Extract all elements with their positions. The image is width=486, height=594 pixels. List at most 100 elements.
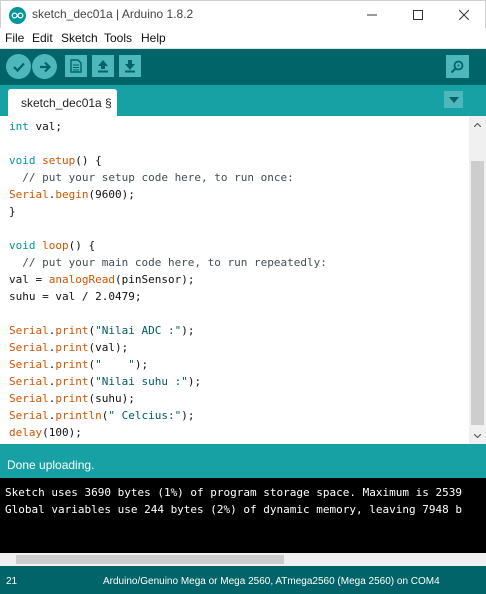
- code-line[interactable]: [9, 135, 327, 152]
- code-token: setup: [42, 154, 76, 167]
- chevron-down-icon: [474, 433, 481, 438]
- console-line: Sketch uses 3690 bytes (1%) of program s…: [5, 486, 462, 499]
- code-token: Serial: [9, 358, 49, 371]
- code-line[interactable]: Serial.print(suhu);: [9, 390, 327, 407]
- verify-icon: [12, 62, 25, 72]
- code-token: val =: [9, 273, 49, 286]
- code-token: (9600);: [88, 188, 135, 201]
- save-button[interactable]: [119, 55, 141, 77]
- window-title: sketch_dec01a | Arduino 1.8.2: [32, 7, 194, 21]
- code-token: Serial: [9, 392, 49, 405]
- minimize-button[interactable]: [349, 1, 395, 29]
- code-token: void: [9, 239, 36, 252]
- close-icon: [459, 10, 469, 20]
- serial-monitor-button[interactable]: [446, 55, 469, 78]
- console-line: Global variables use 244 bytes (2%) of d…: [5, 503, 462, 516]
- code-line[interactable]: delay(100);: [9, 424, 327, 441]
- menu-sketch[interactable]: Sketch: [61, 31, 98, 45]
- title-bar: sketch_dec01a | Arduino 1.8.2: [0, 0, 486, 28]
- code-token: " Celcius:": [108, 409, 182, 422]
- code-line[interactable]: [9, 220, 327, 237]
- scroll-down-button[interactable]: [469, 427, 486, 444]
- code-line[interactable]: // put your main code here, to run repea…: [9, 254, 327, 271]
- code-line[interactable]: Serial.print(" ");: [9, 356, 327, 373]
- code-token: print: [55, 358, 89, 371]
- code-line[interactable]: // put your setup code here, to run once…: [9, 169, 327, 186]
- code-token: print: [55, 375, 89, 388]
- chevron-up-icon: [474, 122, 481, 127]
- code-token: " ": [95, 358, 135, 371]
- menu-tools[interactable]: Tools: [104, 31, 132, 45]
- code-token: print: [55, 392, 89, 405]
- tab-sketch[interactable]: sketch_dec01a §: [8, 89, 117, 116]
- code-token: print: [55, 341, 89, 354]
- code-line[interactable]: int val;: [9, 118, 327, 135]
- code-line[interactable]: Serial.begin(9600);: [9, 186, 327, 203]
- code-token: "Nilai suhu :": [95, 375, 188, 388]
- code-text[interactable]: int val; void setup() { // put your setup…: [9, 118, 327, 441]
- code-token: val;: [28, 120, 62, 133]
- code-token: () {: [68, 239, 96, 252]
- verify-button[interactable]: [6, 54, 31, 79]
- toolbar: [0, 49, 486, 85]
- code-token: void: [9, 154, 36, 167]
- upload-icon: [39, 61, 51, 72]
- scroll-up-button[interactable]: [469, 116, 486, 133]
- code-line[interactable]: void setup() {: [9, 152, 327, 169]
- maximize-icon: [413, 10, 423, 20]
- code-token: () {: [75, 154, 102, 167]
- upload-button[interactable]: [32, 54, 57, 79]
- tab-menu-button[interactable]: [444, 91, 463, 108]
- maximize-button[interactable]: [395, 1, 441, 29]
- code-token: print: [55, 324, 89, 337]
- code-line[interactable]: }: [9, 203, 327, 220]
- open-button[interactable]: [92, 55, 114, 77]
- code-token: (100);: [42, 426, 82, 439]
- code-token: );: [181, 324, 195, 337]
- code-token: );: [181, 409, 195, 422]
- save-icon: [125, 60, 135, 73]
- arduino-logo-icon: [9, 7, 26, 24]
- serial-monitor-icon: [450, 60, 464, 74]
- code-token: suhu = val / 2.0479;: [9, 290, 142, 303]
- new-button[interactable]: [65, 55, 87, 77]
- code-token: );: [187, 375, 202, 388]
- menu-file[interactable]: File: [5, 31, 24, 45]
- code-token: (suhu);: [88, 392, 135, 405]
- code-line[interactable]: [9, 305, 327, 322]
- line-number: 21: [6, 576, 18, 587]
- vertical-scroll-thumb[interactable]: [471, 161, 484, 425]
- chevron-down-icon: [448, 96, 459, 103]
- code-line[interactable]: Serial.print("Nilai ADC :");: [9, 322, 327, 339]
- code-line[interactable]: void loop() {: [9, 237, 327, 254]
- close-button[interactable]: [441, 1, 486, 29]
- status-bar: Done uploading.: [0, 452, 486, 478]
- code-token: "Nilai ADC :": [95, 324, 182, 337]
- code-token: analogRead: [48, 273, 115, 286]
- code-editor[interactable]: int val; void setup() { // put your setup…: [0, 116, 486, 444]
- menu-edit[interactable]: Edit: [32, 31, 53, 45]
- code-token: (val);: [88, 341, 129, 354]
- code-line[interactable]: Serial.print("Nilai suhu :");: [9, 373, 327, 390]
- code-token: int: [9, 120, 29, 133]
- open-icon: [98, 60, 108, 73]
- menu-bar: File Edit Sketch Tools Help: [0, 28, 486, 49]
- code-token: // put your main code here, to run repea…: [9, 256, 327, 269]
- horizontal-scroll-thumb[interactable]: [16, 555, 284, 564]
- horizontal-scrollbar[interactable]: [0, 553, 486, 566]
- minimize-icon: [367, 14, 377, 16]
- code-line[interactable]: Serial.print(val);: [9, 339, 327, 356]
- code-token: (pinSensor);: [114, 273, 195, 286]
- code-token: delay: [9, 426, 43, 439]
- vertical-scrollbar[interactable]: [469, 116, 486, 444]
- menu-help[interactable]: Help: [141, 31, 166, 45]
- editor-console-divider[interactable]: [0, 444, 486, 452]
- code-token: }: [9, 205, 16, 218]
- code-line[interactable]: suhu = val / 2.0479;: [9, 288, 327, 305]
- code-line[interactable]: val = analogRead(pinSensor);: [9, 271, 327, 288]
- code-token: Serial: [9, 409, 49, 422]
- code-line[interactable]: Serial.println(" Celcius:");: [9, 407, 327, 424]
- footer-bar: 21 Arduino/Genuino Mega or Mega 2560, AT…: [0, 566, 486, 594]
- new-icon: [70, 59, 82, 73]
- code-token: Serial: [9, 324, 49, 337]
